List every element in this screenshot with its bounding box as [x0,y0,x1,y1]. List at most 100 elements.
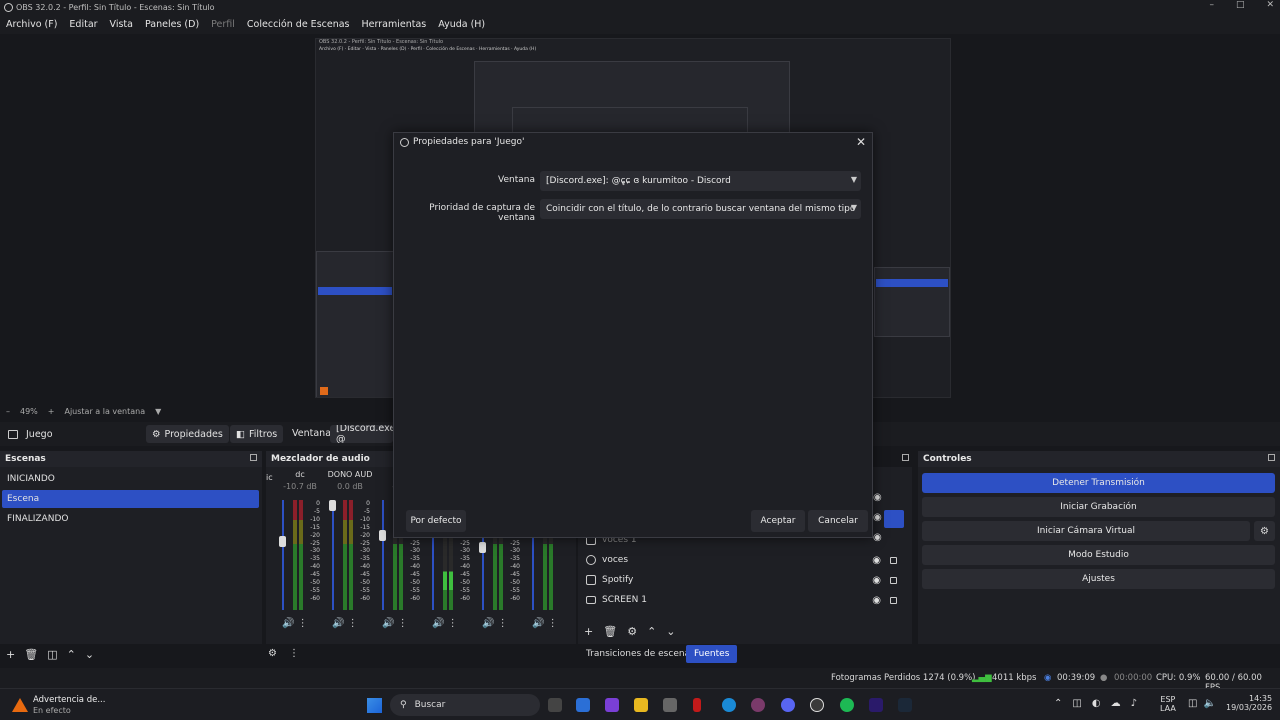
source-item-voces[interactable]: voces ◉ [581,550,909,570]
app-purple-icon[interactable] [751,698,765,712]
defaults-button[interactable]: Por defecto [406,510,466,532]
speaker-icon[interactable]: 🔊 [382,618,394,629]
visibility-eye-icon[interactable]: ◉ [873,532,882,543]
move-down-icon[interactable]: ⌄ [85,648,94,661]
mixer-settings-icon[interactable]: ⚙ [268,648,277,659]
lock-icon[interactable] [890,576,897,584]
scene-filters-icon[interactable]: ◫ [47,648,57,661]
lock-icon[interactable] [890,556,897,564]
menu-perfil[interactable]: Perfil [205,19,241,30]
store-icon[interactable] [663,698,677,712]
move-down-icon[interactable]: ⌄ [666,625,675,638]
copilot-icon[interactable] [605,698,619,712]
menu-vista[interactable]: Vista [104,19,139,30]
source-properties-icon[interactable]: ⚙ [627,625,637,638]
volume-fader[interactable] [332,500,334,610]
fader-knob[interactable] [379,530,386,541]
add-source-icon[interactable]: + [584,625,593,638]
undock-icon[interactable] [250,454,257,461]
widgets-icon[interactable] [576,698,590,712]
close-button[interactable]: ✕ [1266,0,1274,10]
app-red-icon[interactable] [693,698,701,712]
menu-archivo[interactable]: Archivo (F) [0,19,63,30]
mixer-menu-icon[interactable]: ⋮ [289,648,299,659]
start-recording-button[interactable]: Iniciar Grabación [922,497,1275,517]
volume-fader[interactable] [382,500,384,610]
visibility-eye-icon[interactable]: ◉ [872,555,881,566]
cancel-button[interactable]: Cancelar [808,510,868,532]
speaker-icon[interactable]: 🔊 [282,618,294,629]
steam-icon[interactable] [898,698,912,712]
studio-mode-button[interactable]: Modo Estudio [922,545,1275,565]
taskbar-search[interactable]: ⚲ Buscar [390,694,540,716]
scene-item-iniciando[interactable]: INICIANDO [2,470,259,488]
more-icon[interactable]: ⋮ [548,618,558,629]
window-select[interactable]: [Discord.exe]: @ɕ̥ɕ ɞ kurumitoo - Discor… [540,171,861,191]
virtual-camera-settings-gear-icon[interactable]: ⚙ [1254,521,1275,541]
more-icon[interactable]: ⋮ [398,618,408,629]
cloud-icon[interactable]: ☁ [1111,698,1121,709]
remove-source-icon[interactable]: 🗑 [603,625,617,638]
stop-streaming-button[interactable]: Detener Transmisión [922,473,1275,493]
ok-button[interactable]: Aceptar [751,510,805,532]
fader-knob[interactable] [479,542,486,553]
visibility-eye-icon[interactable]: ◉ [872,575,881,586]
discord-icon[interactable] [781,698,795,712]
menu-ayuda[interactable]: Ayuda (H) [432,19,491,30]
dialog-close-icon[interactable]: ✕ [856,135,866,149]
zoom-dropdown-icon[interactable]: ▼ [155,407,161,416]
speaker-icon[interactable]: 🔊 [432,618,444,629]
premiere-icon[interactable] [869,698,883,712]
undock-icon[interactable] [1268,454,1275,461]
file-explorer-icon[interactable] [634,698,648,712]
menu-herramientas[interactable]: Herramientas [356,19,433,30]
lock-icon[interactable] [890,596,897,604]
windows-start-icon[interactable] [367,698,382,713]
start-virtual-camera-button[interactable]: Iniciar Cámara Virtual [922,521,1250,541]
priority-select[interactable]: Coincidir con el título, de lo contrario… [540,199,861,219]
network-volume[interactable]: ◫ 🔈 [1188,698,1216,709]
add-scene-icon[interactable]: + [6,648,15,661]
tray-expand-icon[interactable]: ⌃ [1054,698,1062,709]
task-view-icon[interactable] [548,698,562,712]
move-up-icon[interactable]: ⌃ [67,648,76,661]
mic-icon[interactable]: ♪ [1131,698,1137,709]
scene-item-finalizando[interactable]: FINALIZANDO [2,510,259,528]
language-indicator[interactable]: ESP LAA [1160,695,1176,713]
tab-sources[interactable]: Fuentes [686,645,738,663]
source-item-spotify[interactable]: Spotify ◉ [581,570,909,590]
obs-taskbar-icon[interactable] [810,698,824,712]
headset-icon[interactable]: ◐ [1092,698,1101,709]
toolbar-window-combo[interactable]: [Discord.exe]: @ [330,425,393,443]
fit-window-label[interactable]: Ajustar a la ventana [64,407,145,416]
fader-knob[interactable] [329,500,336,511]
remove-scene-icon[interactable]: 🗑 [24,648,38,661]
maximize-button[interactable]: □ [1236,0,1245,10]
sources-undock-icon[interactable] [902,454,909,461]
menu-coleccion-escenas[interactable]: Colección de Escenas [241,19,356,30]
speaker-icon[interactable]: 🔊 [482,618,494,629]
tab-transitions[interactable]: Transiciones de escena [580,645,696,663]
visibility-eye-icon[interactable]: ◉ [872,595,881,606]
visibility-eye-icon[interactable]: ◉ [873,512,882,523]
speaker-icon[interactable]: 🔊 [332,618,344,629]
tray-app-icon[interactable]: ◫ [1072,698,1081,709]
speaker-icon[interactable]: 🔊 [532,618,544,629]
more-icon[interactable]: ⋮ [498,618,508,629]
settings-button[interactable]: Ajustes [922,569,1275,589]
filters-button[interactable]: ◧ Filtros [230,425,284,443]
zoom-out-button[interactable]: – [6,407,10,416]
clock[interactable]: 14:35 19/03/2026 [1226,694,1272,712]
volume-fader[interactable] [282,500,284,610]
minimize-button[interactable]: – [1209,0,1214,10]
more-icon[interactable]: ⋮ [298,618,308,629]
visibility-eye-icon[interactable]: ◉ [873,492,882,503]
menu-paneles[interactable]: Paneles (D) [139,19,205,30]
move-up-icon[interactable]: ⌃ [647,625,656,638]
zoom-in-button[interactable]: + [48,407,55,416]
fader-knob[interactable] [279,536,286,547]
more-icon[interactable]: ⋮ [348,618,358,629]
more-icon[interactable]: ⋮ [448,618,458,629]
source-item-screen[interactable]: SCREEN 1 ◉ [581,590,909,610]
scene-item-escena[interactable]: Escena [2,490,259,508]
